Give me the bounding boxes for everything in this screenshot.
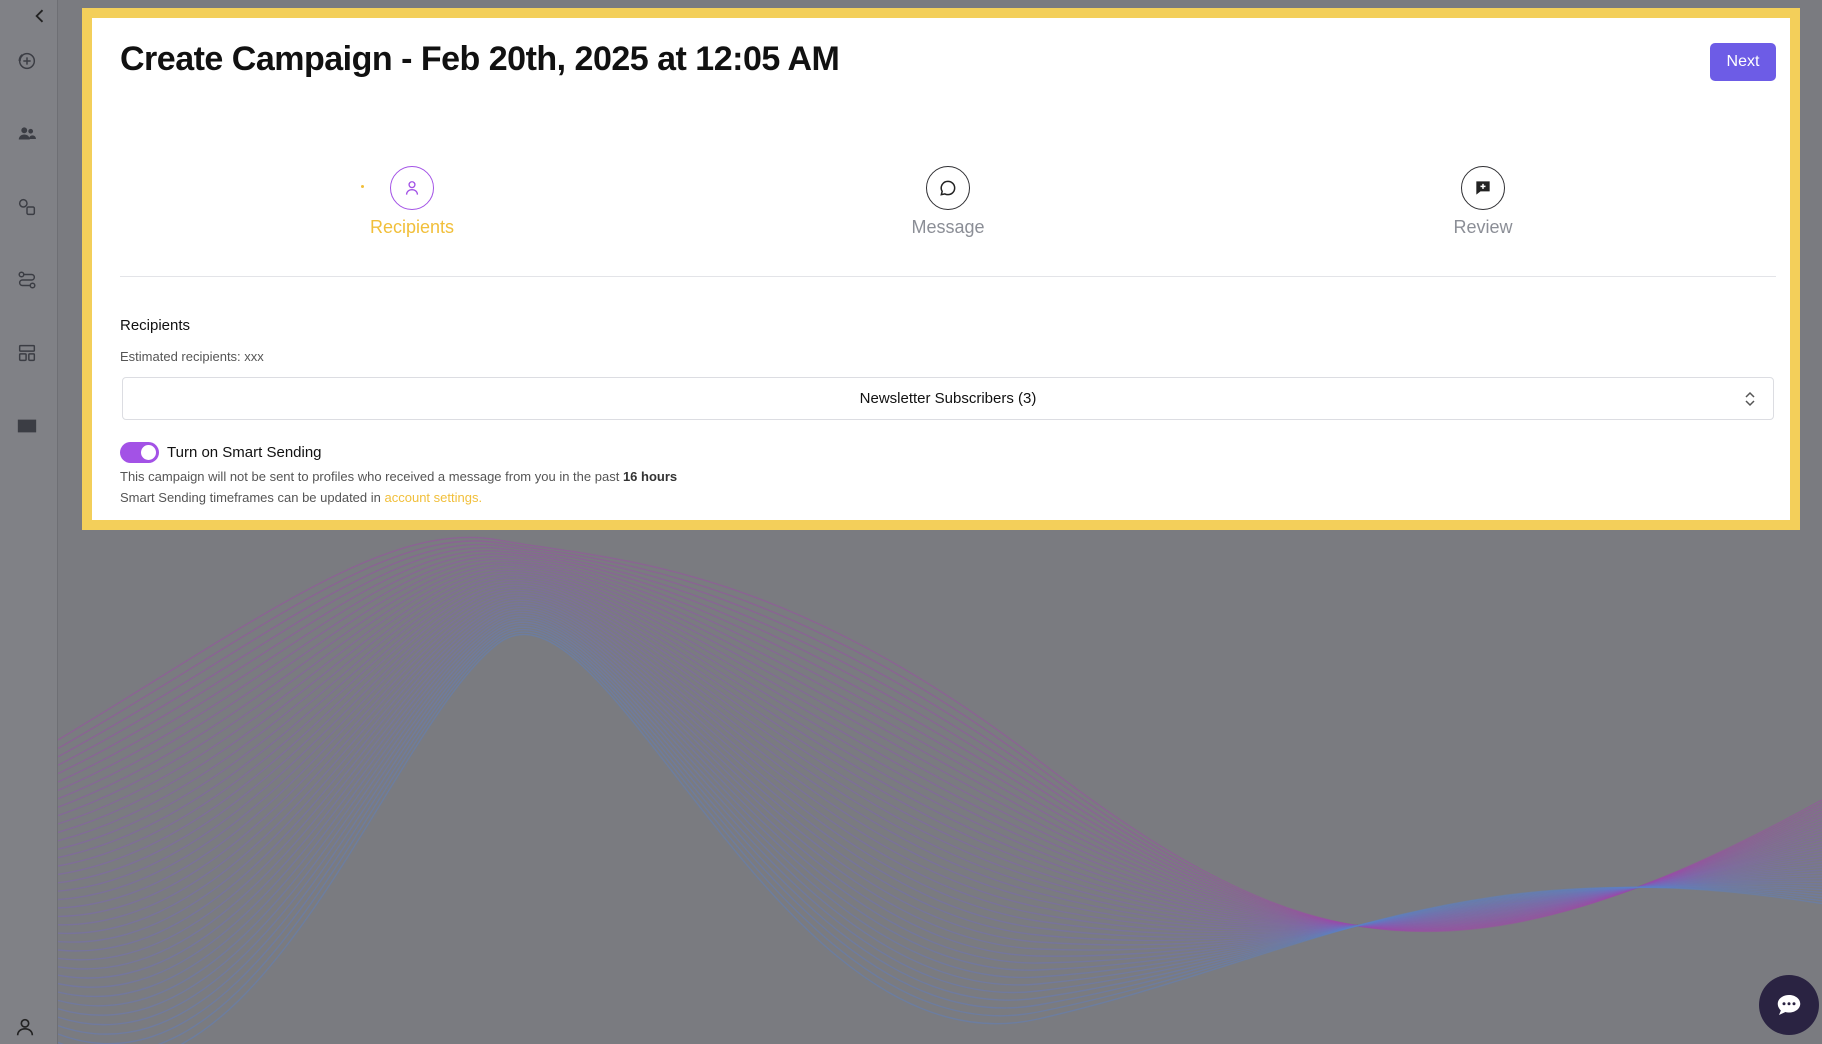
step-review[interactable]: Review <box>1403 166 1563 238</box>
shapes-icon[interactable] <box>14 194 40 220</box>
review-icon <box>1461 166 1505 210</box>
recipient-list-select[interactable]: Newsletter Subscribers (3) <box>122 377 1774 420</box>
note-hours: 16 hours <box>622 469 678 484</box>
next-button[interactable]: Next <box>1710 43 1776 81</box>
chevron-left-icon[interactable] <box>30 6 50 26</box>
user-icon <box>390 166 434 210</box>
recipients-heading: Recipients <box>120 317 191 334</box>
smart-sending-toggle[interactable] <box>120 442 159 463</box>
note-text: Smart Sending timeframes can be updated … <box>120 490 381 505</box>
audience-icon[interactable] <box>14 121 40 147</box>
step-label: Recipients <box>369 217 455 237</box>
smart-sending-label: Turn on Smart Sending <box>167 444 322 461</box>
smart-sending-settings-note: Smart Sending timeframes can be updated … <box>120 490 482 505</box>
smart-sending-note: This campaign will not be sent to profil… <box>120 469 677 484</box>
mail-icon[interactable] <box>14 413 40 439</box>
step-label: Review <box>1453 217 1513 237</box>
templates-icon[interactable] <box>14 340 40 366</box>
toggle-knob <box>141 445 156 460</box>
divider <box>120 276 1776 277</box>
add-campaign-icon[interactable] <box>14 48 40 74</box>
chat-bubble-icon <box>926 166 970 210</box>
chat-widget-button[interactable] <box>1759 975 1819 1035</box>
account-settings-link[interactable]: account settings. <box>385 490 483 505</box>
page-title: Create Campaign - Feb 20th, 2025 at 12:0… <box>120 40 840 78</box>
chat-icon <box>1777 995 1801 1015</box>
sidebar <box>0 0 58 1044</box>
step-message[interactable]: Message <box>868 166 1028 238</box>
flows-icon[interactable] <box>14 267 40 293</box>
note-text: This campaign will not be sent to profil… <box>120 469 620 484</box>
chevron-up-down-icon <box>1745 391 1755 407</box>
estimated-recipients: Estimated recipients: xxx <box>120 349 264 364</box>
step-recipients[interactable]: Recipients <box>332 166 492 238</box>
create-campaign-panel: Create Campaign - Feb 20th, 2025 at 12:0… <box>82 8 1800 530</box>
step-label: Message <box>911 217 985 237</box>
selected-list-value: Newsletter Subscribers (3) <box>859 390 1037 407</box>
user-icon[interactable] <box>12 1014 38 1040</box>
